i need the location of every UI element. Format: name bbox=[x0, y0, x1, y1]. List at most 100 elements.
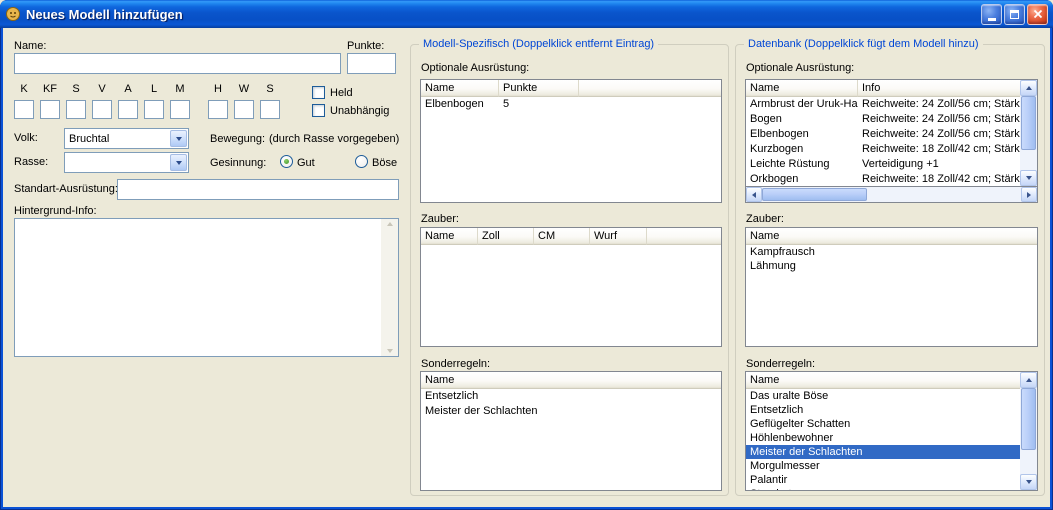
column-header-name[interactable]: Name bbox=[746, 372, 1037, 389]
stat-s2-input[interactable] bbox=[260, 100, 280, 119]
list-row[interactable]: Meister der Schlachten bbox=[421, 404, 721, 419]
db-sonderregeln-list[interactable]: Name Das uralte Böse Entsetzlich Geflüge… bbox=[745, 371, 1038, 491]
close-button[interactable] bbox=[1027, 3, 1048, 25]
scrollbar-thumb[interactable] bbox=[1021, 96, 1036, 150]
punkte-label: Punkte: bbox=[347, 40, 385, 52]
stat-s-input[interactable] bbox=[66, 100, 86, 119]
scrollbar-thumb[interactable] bbox=[762, 188, 867, 201]
horizontal-scrollbar[interactable] bbox=[745, 186, 1038, 203]
list-row[interactable]: Entsetzlich bbox=[421, 389, 721, 404]
hintergrund-info-box bbox=[14, 218, 399, 357]
list-row[interactable]: Standarte bbox=[746, 487, 1037, 490]
modell-sonderregeln-label: Sonderregeln: bbox=[421, 358, 491, 370]
rasse-select[interactable] bbox=[64, 152, 189, 173]
column-header-punkte[interactable]: Punkte bbox=[499, 80, 579, 97]
standart-ausruestung-input[interactable] bbox=[117, 179, 399, 200]
stat-w-input[interactable] bbox=[234, 100, 254, 119]
list-row[interactable]: Kampfrausch bbox=[746, 245, 1037, 259]
textarea-scrollbar bbox=[381, 219, 398, 356]
list-row-selected[interactable]: Meister der Schlachten bbox=[746, 445, 1037, 459]
db-sonderregeln-label: Sonderregeln: bbox=[746, 358, 816, 370]
held-checkbox[interactable] bbox=[312, 86, 325, 99]
stat-col-w: W bbox=[234, 83, 254, 119]
modell-spezifisch-groupbox: Modell-Spezifisch (Doppelklick entfernt … bbox=[410, 38, 729, 496]
scrollbar-track[interactable] bbox=[1020, 96, 1037, 170]
list-row[interactable]: Lähmung bbox=[746, 259, 1037, 273]
list-row[interactable]: Morgulmesser bbox=[746, 459, 1037, 473]
hintergrund-info-input[interactable] bbox=[15, 219, 381, 356]
column-header-name[interactable]: Name bbox=[421, 80, 499, 97]
scrollbar-thumb[interactable] bbox=[1021, 388, 1036, 450]
cell-name: Morgulmesser bbox=[750, 460, 820, 472]
stat-k-input[interactable] bbox=[14, 100, 34, 119]
scroll-down-button[interactable] bbox=[1020, 474, 1037, 490]
list-row[interactable]: Das uralte Böse bbox=[746, 389, 1037, 403]
dialog-body: Name: Punkte: K KF S V A L M H W S Held … bbox=[3, 28, 1050, 507]
list-row[interactable]: Elbenbogen 5 bbox=[421, 97, 721, 112]
scroll-up-icon bbox=[1025, 86, 1032, 90]
name-input[interactable] bbox=[14, 53, 341, 74]
maximize-button[interactable] bbox=[1004, 3, 1025, 25]
volk-dropdown-button[interactable] bbox=[170, 130, 187, 147]
vertical-scrollbar[interactable] bbox=[1020, 372, 1037, 490]
minimize-button[interactable] bbox=[981, 3, 1002, 25]
title-bar[interactable]: Neues Modell hinzufügen bbox=[0, 0, 1053, 28]
cell-info: Reichweite: 18 Zoll/42 cm; Stärke bbox=[862, 143, 1026, 155]
list-row[interactable]: Bogen Reichweite: 24 Zoll/56 cm; Stärke bbox=[746, 112, 1037, 127]
column-header-cm[interactable]: CM bbox=[534, 228, 590, 245]
list-row[interactable]: Entsetzlich bbox=[746, 403, 1037, 417]
cell-info: Reichweite: 24 Zoll/56 cm; Stärke bbox=[862, 98, 1026, 110]
db-zauber-list[interactable]: Name Kampfrausch Lähmung bbox=[745, 227, 1038, 347]
unabhaengig-label: Unabhängig bbox=[330, 104, 390, 117]
db-optionale-list[interactable]: Name Info Armbrust der Uruk-Hai Reichwei… bbox=[745, 79, 1038, 187]
modell-spezifisch-caption: Modell-Spezifisch (Doppelklick entfernt … bbox=[419, 38, 659, 51]
scroll-left-button[interactable] bbox=[746, 187, 762, 202]
list-row[interactable]: Palantir bbox=[746, 473, 1037, 487]
column-header-name[interactable]: Name bbox=[421, 228, 478, 245]
modell-sonderregeln-list[interactable]: Name Entsetzlich Meister der Schlachten bbox=[420, 371, 722, 491]
volk-select[interactable]: Bruchtal bbox=[64, 128, 189, 149]
stat-kf-input[interactable] bbox=[40, 100, 60, 119]
db-zauber-header: Name bbox=[746, 228, 1037, 245]
stat-h-input[interactable] bbox=[208, 100, 228, 119]
scroll-right-button[interactable] bbox=[1021, 187, 1037, 202]
modell-optionale-list[interactable]: Name Punkte Elbenbogen 5 bbox=[420, 79, 722, 203]
scroll-down-button[interactable] bbox=[1020, 170, 1037, 186]
rasse-dropdown-button[interactable] bbox=[170, 154, 187, 171]
scrollbar-track[interactable] bbox=[1020, 388, 1037, 474]
unabhaengig-checkbox[interactable] bbox=[312, 104, 325, 117]
list-row[interactable]: Elbenbogen Reichweite: 24 Zoll/56 cm; St… bbox=[746, 127, 1037, 142]
column-header-name[interactable]: Name bbox=[746, 80, 858, 97]
scrollbar-track[interactable] bbox=[762, 187, 1021, 202]
scroll-up-button[interactable] bbox=[1020, 372, 1037, 388]
boese-radio[interactable] bbox=[355, 155, 368, 168]
column-header-name[interactable]: Name bbox=[746, 228, 1037, 245]
stat-v-input[interactable] bbox=[92, 100, 112, 119]
column-header-name[interactable]: Name bbox=[421, 372, 721, 389]
column-header-wurf[interactable]: Wurf bbox=[590, 228, 647, 245]
list-row[interactable]: Geflügelter Schatten bbox=[746, 417, 1037, 431]
vertical-scrollbar[interactable] bbox=[1020, 80, 1037, 186]
held-checkbox-row: Held bbox=[312, 86, 353, 99]
gut-label: Gut bbox=[297, 157, 315, 169]
column-header-zoll[interactable]: Zoll bbox=[478, 228, 534, 245]
list-row[interactable]: Armbrust der Uruk-Hai Reichweite: 24 Zol… bbox=[746, 97, 1037, 112]
list-row[interactable]: Kurzbogen Reichweite: 18 Zoll/42 cm; Stä… bbox=[746, 142, 1037, 157]
scroll-right-icon bbox=[1027, 191, 1031, 198]
stat-a-input[interactable] bbox=[118, 100, 138, 119]
modell-zauber-list[interactable]: Name Zoll CM Wurf bbox=[420, 227, 722, 347]
stat-m-input[interactable] bbox=[170, 100, 190, 119]
list-row[interactable]: Leichte Rüstung Verteidigung +1 bbox=[746, 157, 1037, 172]
cell-name: Geflügelter Schatten bbox=[750, 418, 851, 430]
cell-punkte: 5 bbox=[503, 98, 510, 110]
column-header-info[interactable]: Info bbox=[858, 80, 1037, 97]
punkte-input[interactable] bbox=[347, 53, 396, 74]
scroll-up-button[interactable] bbox=[1020, 80, 1037, 96]
cell-name: Elbenbogen bbox=[750, 128, 809, 140]
gut-radio[interactable] bbox=[280, 155, 293, 168]
stat-l-input[interactable] bbox=[144, 100, 164, 119]
list-row[interactable]: Höhlenbewohner bbox=[746, 431, 1037, 445]
list-row[interactable]: Orkbogen Reichweite: 18 Zoll/42 cm; Stär… bbox=[746, 172, 1037, 186]
cell-name: Das uralte Böse bbox=[750, 390, 829, 402]
stat-col-l: L bbox=[144, 83, 164, 119]
